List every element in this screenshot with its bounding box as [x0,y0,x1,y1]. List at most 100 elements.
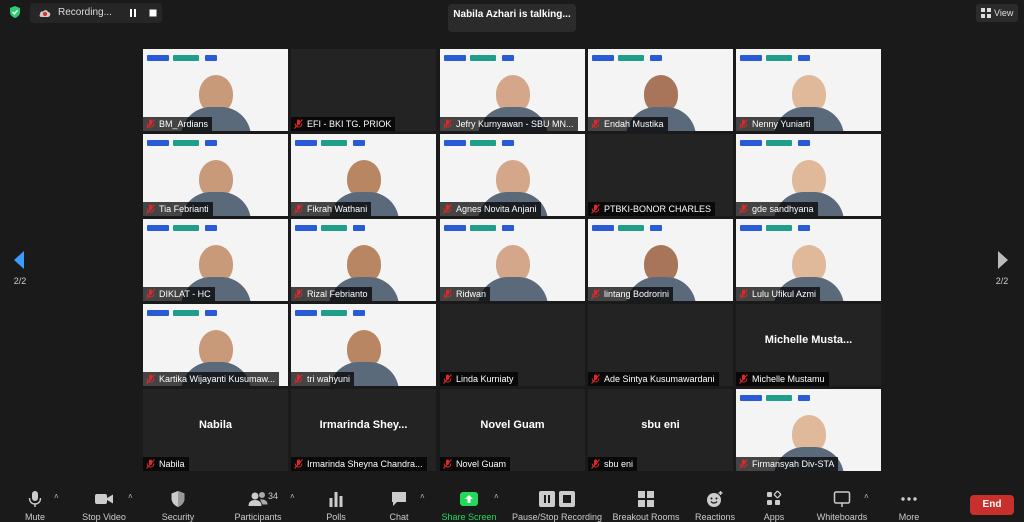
security-button[interactable]: Security [158,488,198,522]
security-label: Security [161,512,195,522]
muted-mic-icon [294,204,303,214]
participant-display-name: Michelle Musta... [764,334,853,346]
participant-tile[interactable]: Linda Kurniaty [440,304,585,386]
participant-name-label: Kartika Wijayanti Kusumaw... [143,372,280,386]
participant-tile[interactable]: Ade Sintya Kusumawardani [588,304,733,386]
whiteboards-button[interactable]: Whiteboards [814,488,870,522]
chevron-right-icon [998,251,1008,269]
participant-name-label: sbu eni [588,457,638,471]
participant-display-name: sbu eni [641,419,680,431]
participant-name-label: Nabila [143,457,189,471]
muted-mic-icon [146,374,155,384]
polls-button[interactable]: Polls [320,488,352,522]
participant-tile[interactable]: gde sandhyana [736,134,881,216]
muted-mic-icon [591,459,600,469]
stop-video-button[interactable]: Stop Video [80,488,128,522]
audio-options-caret-icon[interactable]: ˄ [54,492,59,501]
participant-name-text: EFI - BKI TG. PRIOK [307,119,392,129]
participant-tile[interactable]: Irmarinda Shey... Irmarinda Sheyna Chandr… [291,389,436,471]
muted-mic-icon [443,204,452,214]
participant-tile[interactable]: EFI - BKI TG. PRIOK [291,49,436,131]
participant-name-label: BM_Ardians [143,117,213,131]
stop-recording-icon[interactable] [148,8,158,18]
participant-name-label: Tia Febrianti [143,202,213,216]
participant-tile[interactable]: BM_Ardians [143,49,288,131]
participant-tile[interactable]: Rizal Febrianto [291,219,436,301]
participant-name-text: gde sandhyana [752,204,814,214]
muted-mic-icon [739,374,748,384]
muted-mic-icon [146,204,155,214]
grid-view-icon [981,8,991,18]
participant-name-text: Linda Kurniaty [456,374,514,384]
participant-name-text: PTBKI-BONOR CHARLES [604,204,712,214]
participant-name-text: Ridwan [456,289,487,299]
more-label: More [898,512,920,522]
participant-tile[interactable]: Jefry Kurnyawan - SBU MN... [440,49,585,131]
participant-name-text: Irmarinda Sheyna Chandra... [307,459,423,469]
chevron-left-icon [14,251,24,269]
participant-tile[interactable]: Nabila Nabila [143,389,288,471]
encryption-shield-icon[interactable] [8,5,22,19]
participant-tile[interactable]: tri wahyuni [291,304,436,386]
participant-tile[interactable]: lintang Bodrorini [588,219,733,301]
muted-mic-icon [739,119,748,129]
muted-mic-icon [146,119,155,129]
participant-name-label: Jefry Kurnyawan - SBU MN... [440,117,578,131]
next-page-button[interactable]: 2/2 [990,248,1014,292]
participant-tile[interactable]: Ridwan [440,219,585,301]
participant-name-label: gde sandhyana [736,202,818,216]
chat-button[interactable]: Chat [384,488,414,522]
share-options-caret-icon[interactable]: ˄ [494,492,499,501]
pause-stop-recording-label: Pause/Stop Recording [511,512,603,522]
participant-name-text: Ade Sintya Kusumawardani [604,374,715,384]
participant-tile[interactable]: Nenny Yuniarti [736,49,881,131]
reactions-button[interactable]: Reactions [692,488,738,522]
participants-icon [248,492,268,506]
participant-tile[interactable]: Endah Mustika [588,49,733,131]
participant-tile[interactable]: DIKLAT - HC [143,219,288,301]
previous-page-button[interactable]: 2/2 [8,248,32,292]
page-indicator-left: 2/2 [13,276,27,286]
participant-display-name: Irmarinda Shey... [319,419,408,431]
participant-name-label: Nenny Yuniarti [736,117,815,131]
view-label: View [994,8,1014,18]
participant-name-text: Endah Mustika [604,119,664,129]
participant-tile[interactable]: Novel Guam Novel Guam [440,389,585,471]
pause-stop-recording-button[interactable]: Pause/Stop Recording [510,488,604,522]
participant-tile[interactable]: Lulu Ufikul Azmi [736,219,881,301]
muted-mic-icon [294,289,303,299]
participant-tile[interactable]: Firmansyah Div-STA [736,389,881,471]
end-meeting-button[interactable]: End [970,495,1014,515]
participants-options-caret-icon[interactable]: ˄ [290,492,295,501]
polls-label: Polls [326,512,346,522]
breakout-rooms-button[interactable]: Breakout Rooms [612,488,680,522]
participant-name-label: Linda Kurniaty [440,372,518,386]
chat-bubble-icon [392,492,406,506]
view-button[interactable]: View [976,4,1018,22]
participant-tile[interactable]: Tia Febrianti [143,134,288,216]
participant-display-name: Nabila [198,419,232,431]
muted-mic-icon [591,289,600,299]
stop-video-label: Stop Video [82,512,126,522]
participant-tile[interactable]: Kartika Wijayanti Kusumaw... [143,304,288,386]
chat-options-caret-icon[interactable]: ˄ [420,492,425,501]
reactions-smiley-icon [707,491,723,507]
mute-button[interactable]: Mute [18,488,52,522]
participant-tile[interactable]: Fikrah Wathani [291,134,436,216]
participant-name-label: Michelle Mustamu [736,372,829,386]
participant-tile[interactable]: Michelle Musta... Michelle Mustamu [736,304,881,386]
participant-tile[interactable]: sbu eni sbu eni [588,389,733,471]
whiteboards-options-caret-icon[interactable]: ˄ [864,492,869,501]
participant-name-text: sbu eni [604,459,634,469]
share-screen-button[interactable]: Share Screen [440,488,498,522]
participant-tile[interactable]: Agnes Novita Anjani [440,134,585,216]
pause-recording-icon[interactable] [128,8,138,18]
video-options-caret-icon[interactable]: ˄ [128,492,133,501]
more-button[interactable]: More [894,488,924,522]
polls-bar-chart-icon [329,492,343,507]
apps-button[interactable]: Apps [760,488,788,522]
participant-name-text: Michelle Mustamu [752,374,825,384]
participant-tile[interactable]: PTBKI-BONOR CHARLES [588,134,733,216]
apps-label: Apps [763,512,785,522]
participant-name-label: Firmansyah Div-STA [736,457,839,471]
